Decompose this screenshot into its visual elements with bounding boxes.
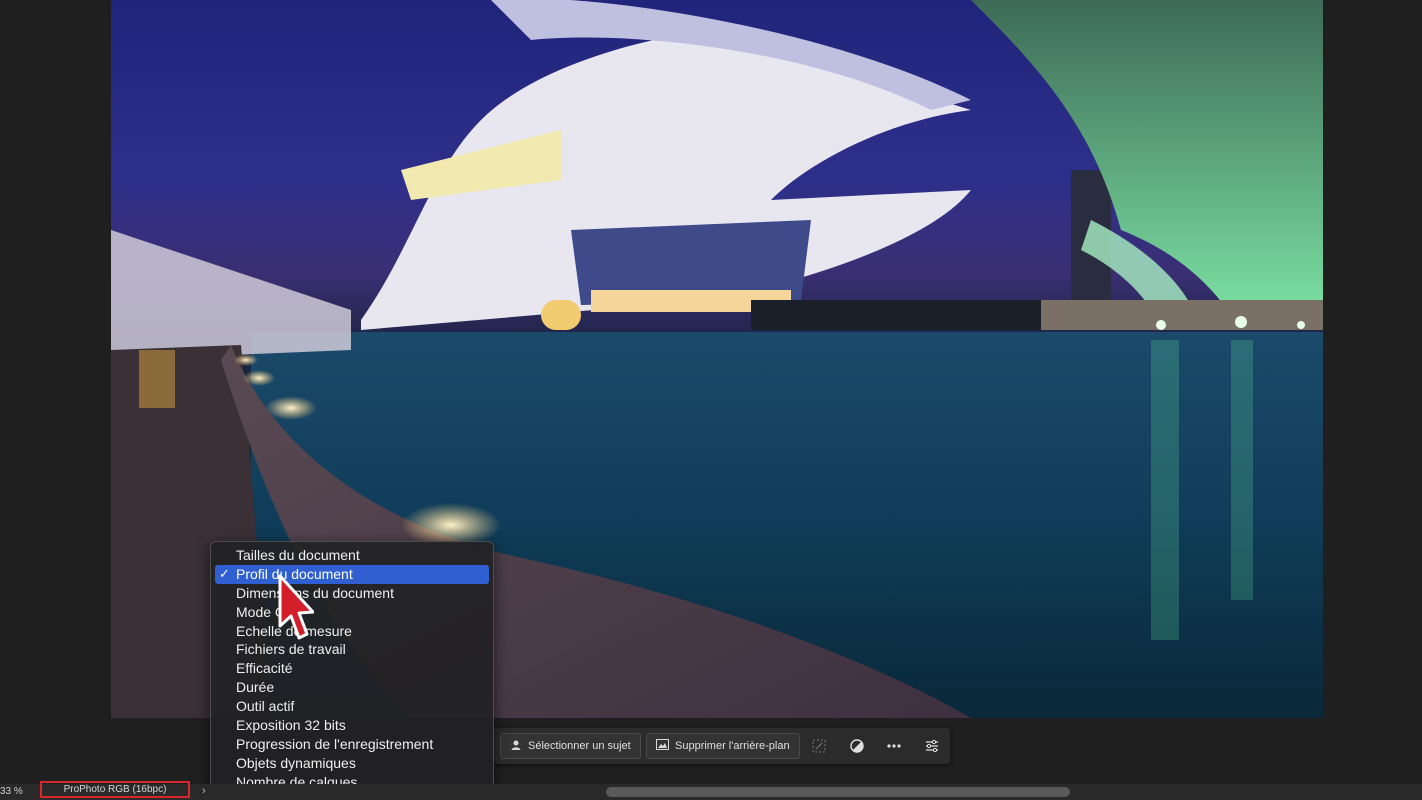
status-info-menu: Tailles du document ✓ Profil du document … <box>210 541 494 794</box>
menu-item-label: Objets dynamiques <box>236 754 356 771</box>
properties-icon[interactable] <box>921 736 943 756</box>
menu-item-timing[interactable]: Durée <box>215 678 489 697</box>
remove-background-button[interactable]: Supprimer l'arrière-plan <box>646 733 800 759</box>
menu-item-smart-objects[interactable]: Objets dynamiques <box>215 754 489 773</box>
menu-item-label: Durée <box>236 679 275 696</box>
more-icon[interactable] <box>883 736 905 756</box>
menu-item-document-dimensions[interactable]: Dimensions du document <box>215 584 489 603</box>
menu-item-document-sizes[interactable]: Tailles du document <box>215 546 489 565</box>
transform-icon[interactable] <box>808 736 830 756</box>
menu-item-label: Dimensions du document <box>236 584 394 601</box>
menu-item-label: Exposition 32 bits <box>236 717 346 734</box>
menu-item-current-tool[interactable]: Outil actif <box>215 697 489 716</box>
menu-item-label: Outil actif <box>236 698 295 715</box>
mask-icon[interactable] <box>846 736 868 756</box>
menu-item-label: Progression de l'enregistrement <box>236 735 434 752</box>
image-icon <box>656 739 669 753</box>
zoom-level[interactable]: 33 % <box>0 786 30 797</box>
menu-item-efficiency[interactable]: Efficacité <box>215 659 489 678</box>
menu-item-label: Efficacité <box>236 660 293 677</box>
status-menu-chevron-icon[interactable]: › <box>202 785 206 797</box>
document-profile-status[interactable]: ProPhoto RGB (16bpc) <box>40 781 190 798</box>
menu-item-save-progress[interactable]: Progression de l'enregistrement <box>215 735 489 754</box>
pointer-cursor-icon <box>278 574 315 651</box>
select-subject-button[interactable]: Sélectionner un sujet <box>500 733 641 759</box>
status-bar: 33 % ProPhoto RGB (16bpc) › <box>0 781 1422 800</box>
select-subject-label: Sélectionner un sujet <box>528 740 631 752</box>
menu-item-document-profile[interactable]: ✓ Profil du document <box>215 564 489 584</box>
remove-background-label: Supprimer l'arrière-plan <box>675 740 790 752</box>
menu-item-32bit-exposure[interactable]: Exposition 32 bits <box>215 716 489 735</box>
workspace: Sélectionner un sujet Supprimer l'arrièr… <box>0 0 1422 794</box>
checkmark-icon: ✓ <box>219 565 230 581</box>
menu-item-label: Tailles du document <box>236 547 360 563</box>
menu-item-measurement-scale[interactable]: Echelle de mesure <box>215 622 489 641</box>
menu-item-mode[interactable]: Mode G <box>215 603 489 622</box>
horizontal-scrollbar[interactable] <box>606 787 1070 797</box>
menu-item-scratch-files[interactable]: Fichiers de travail <box>215 640 489 659</box>
person-icon <box>510 739 522 754</box>
contextual-task-bar: Sélectionner un sujet Supprimer l'arrièr… <box>494 728 950 764</box>
